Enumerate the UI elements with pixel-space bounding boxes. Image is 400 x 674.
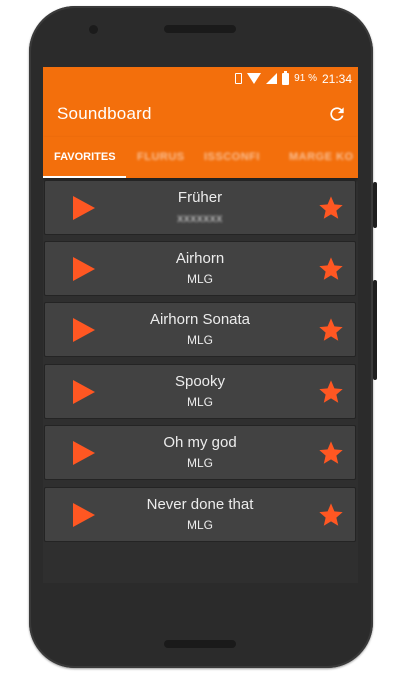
battery-icon xyxy=(282,70,290,85)
sound-row[interactable]: Oh my god MLG xyxy=(44,425,356,480)
sound-category: MLG xyxy=(186,518,213,532)
status-bar: 91 % 21:34 xyxy=(43,67,358,90)
sound-row[interactable]: Airhorn Sonata MLG xyxy=(44,302,356,357)
tab-2[interactable]: FLURUS xyxy=(137,137,185,178)
tab-favorites[interactable]: FAVORITES xyxy=(54,137,116,178)
battery-percent: 91 % xyxy=(294,73,317,84)
signal-icon xyxy=(266,73,278,84)
app-bar: Soundboard xyxy=(43,90,358,137)
volume-button xyxy=(373,280,377,380)
power-button xyxy=(373,182,377,228)
play-icon[interactable] xyxy=(73,503,95,527)
star-icon[interactable] xyxy=(317,501,345,529)
sound-name: Airhorn Sonata xyxy=(149,311,251,328)
sound-name: Früher xyxy=(177,189,223,206)
play-icon[interactable] xyxy=(73,257,95,281)
sound-category: MLG xyxy=(186,272,213,286)
sound-category: MLG xyxy=(186,456,213,470)
tab-4[interactable]: MARGE KO xyxy=(289,137,354,178)
star-icon[interactable] xyxy=(317,194,345,222)
sound-category: xxxxxxx xyxy=(177,211,223,225)
tab-bar: FAVORITES FLURUS ISSCONFI MARGE KO xyxy=(43,137,358,178)
star-icon[interactable] xyxy=(317,378,345,406)
earpiece-speaker xyxy=(164,25,236,33)
tab-indicator xyxy=(43,176,126,178)
play-icon[interactable] xyxy=(73,380,95,404)
front-camera xyxy=(89,25,98,34)
sound-category: MLG xyxy=(186,395,213,409)
tab-3[interactable]: ISSCONFI xyxy=(204,137,260,178)
play-icon[interactable] xyxy=(73,441,95,465)
sound-row[interactable]: Spooky MLG xyxy=(44,364,356,419)
bottom-speaker xyxy=(164,640,236,648)
star-icon[interactable] xyxy=(317,316,345,344)
refresh-button[interactable] xyxy=(326,103,348,125)
clock: 21:34 xyxy=(321,71,352,86)
vibrate-icon xyxy=(235,73,243,84)
sound-name: Oh my god xyxy=(163,434,237,451)
play-icon[interactable] xyxy=(73,196,95,220)
play-icon[interactable] xyxy=(73,318,95,342)
wifi-icon xyxy=(247,73,262,84)
sound-row[interactable]: Airhorn MLG xyxy=(44,241,356,296)
refresh-icon xyxy=(330,107,344,121)
star-icon[interactable] xyxy=(317,255,345,283)
app-title: Soundboard xyxy=(57,104,152,123)
star-icon[interactable] xyxy=(317,439,345,467)
sound-name: Spooky xyxy=(174,373,226,390)
sound-category: MLG xyxy=(186,333,213,347)
sound-name: Never done that xyxy=(146,496,254,513)
sound-row[interactable]: Früher xxxxxxx xyxy=(44,180,356,235)
sound-name: Airhorn xyxy=(175,250,225,267)
app-screen: 91 % 21:34 Soundboard FAVORITES FLURUS I… xyxy=(43,67,358,583)
sound-row[interactable]: Never done that MLG xyxy=(44,487,356,542)
